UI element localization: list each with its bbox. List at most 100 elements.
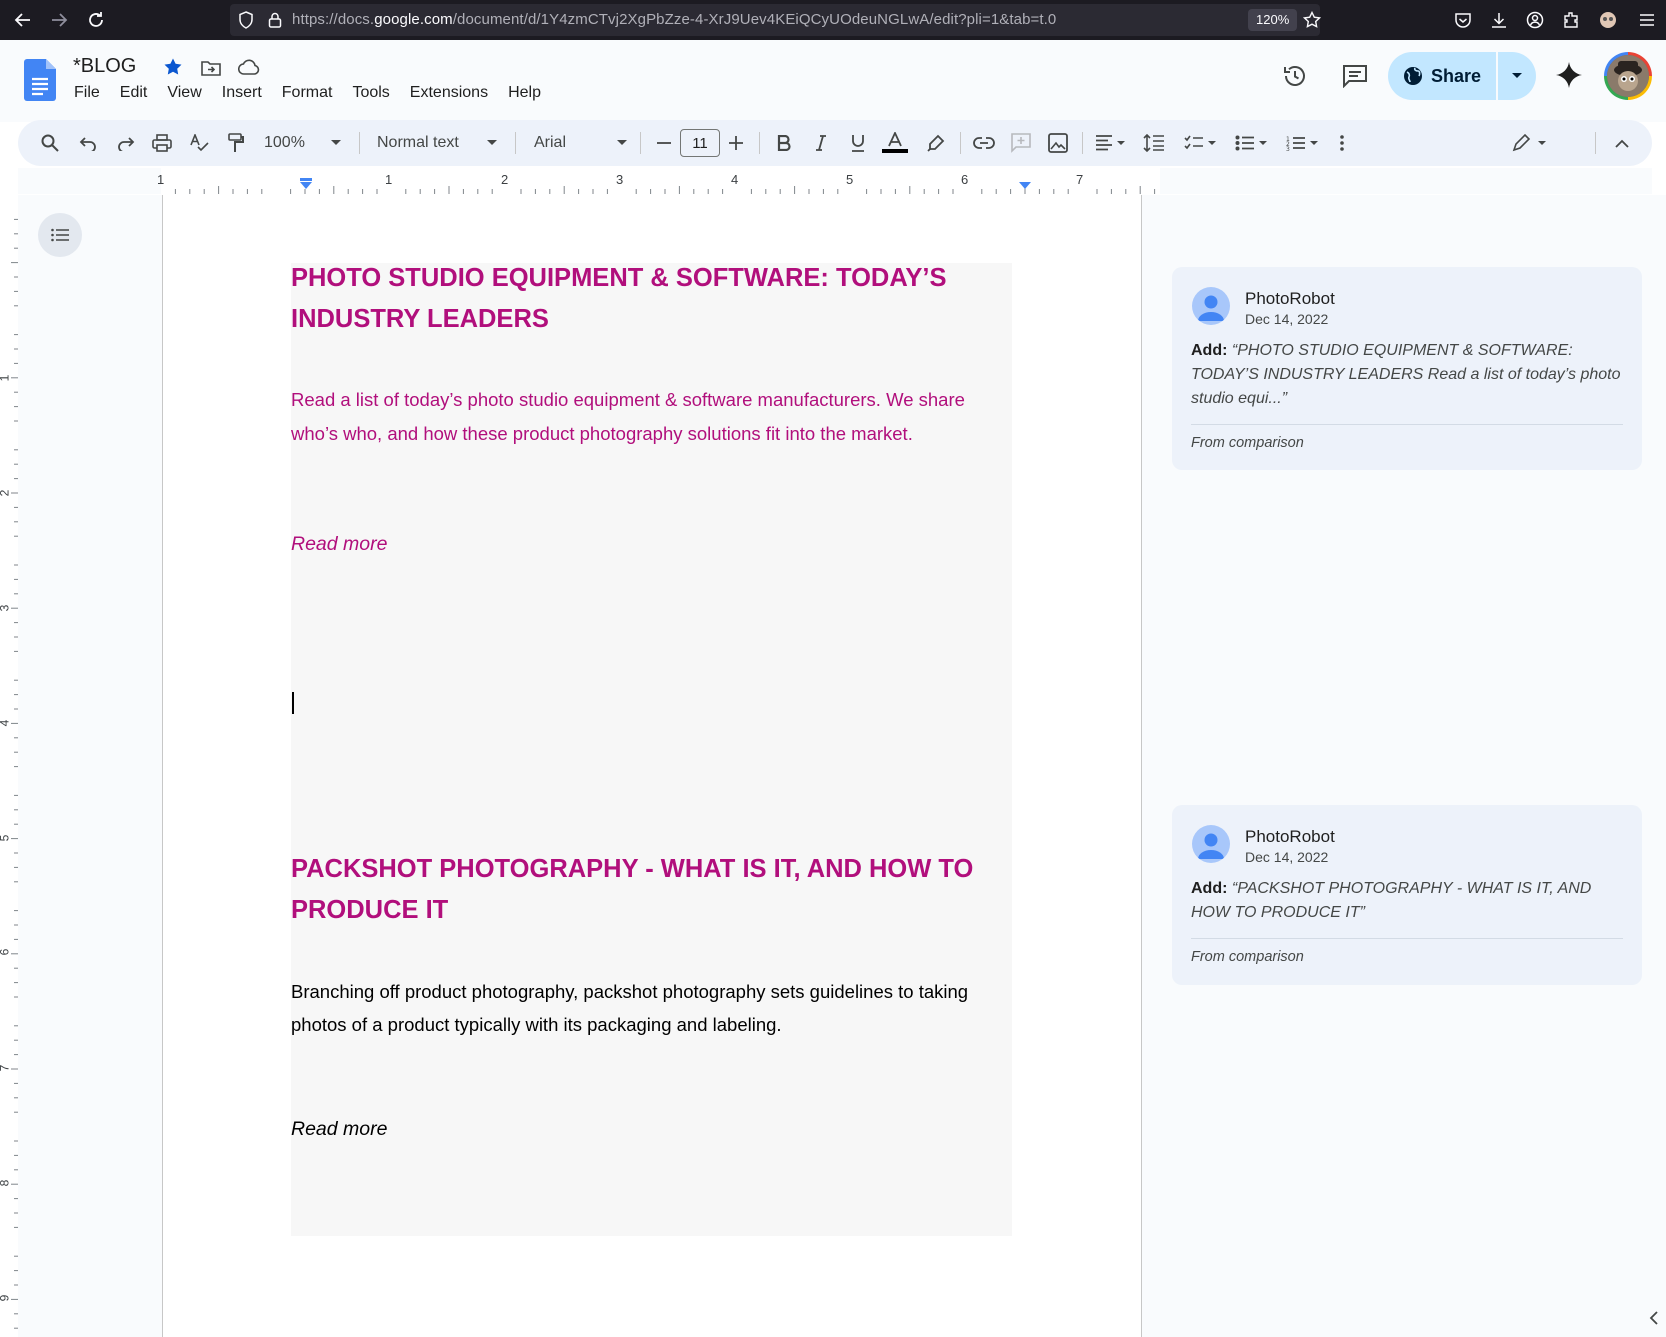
search-menus-icon[interactable] bbox=[36, 120, 64, 166]
menu-bar: File Edit View Insert Format Tools Exten… bbox=[74, 84, 561, 102]
vertical-ruler[interactable]: 1 2 3 4 5 6 7 8 9 bbox=[0, 195, 18, 1337]
bulleted-list-icon[interactable] bbox=[1231, 120, 1271, 166]
menu-icon[interactable] bbox=[1635, 8, 1659, 32]
increase-font-size-icon[interactable] bbox=[726, 120, 746, 166]
font-size-input[interactable]: 11 bbox=[680, 120, 720, 166]
side-panel-toggle-icon[interactable] bbox=[1648, 1310, 1660, 1331]
print-icon[interactable] bbox=[148, 120, 176, 166]
highlight-color-icon[interactable] bbox=[922, 120, 950, 166]
zoom-badge[interactable]: 120% bbox=[1248, 9, 1298, 31]
menu-insert[interactable]: Insert bbox=[222, 84, 262, 102]
menu-view[interactable]: View bbox=[167, 84, 201, 102]
menu-edit[interactable]: Edit bbox=[120, 84, 148, 102]
suggestion-comment-card[interactable]: PhotoRobot Dec 14, 2022 Add: “PHOTO STUD… bbox=[1172, 267, 1642, 470]
menu-tools[interactable]: Tools bbox=[352, 84, 389, 102]
lead-paragraph-photo-studio[interactable]: Read a list of today’s photo studio equi… bbox=[291, 383, 1003, 451]
insert-link-icon[interactable] bbox=[970, 120, 998, 166]
reload-icon[interactable] bbox=[84, 8, 108, 32]
first-line-indent-marker[interactable] bbox=[300, 178, 312, 181]
vruler-label: 8 bbox=[0, 1180, 11, 1187]
decrease-font-size-icon[interactable] bbox=[654, 120, 674, 166]
ruler-label: 3 bbox=[616, 172, 624, 187]
horizontal-ruler[interactable]: 1 1 2 3 4 5 6 7 bbox=[18, 168, 1652, 194]
lock-icon[interactable] bbox=[263, 8, 287, 32]
pocket-icon[interactable] bbox=[1451, 8, 1475, 32]
move-folder-icon[interactable] bbox=[201, 59, 221, 82]
globe-icon bbox=[1403, 67, 1422, 85]
account-icon[interactable] bbox=[1523, 8, 1547, 32]
more-options-icon[interactable] bbox=[1332, 120, 1352, 166]
font-select[interactable]: Arial bbox=[534, 120, 594, 166]
comment-date: Dec 14, 2022 bbox=[1245, 849, 1329, 865]
zoom-select[interactable]: 100% bbox=[264, 120, 314, 166]
numbered-list-icon[interactable]: 123 bbox=[1282, 120, 1322, 166]
back-icon[interactable] bbox=[11, 8, 35, 32]
suggestion-comment-card[interactable]: PhotoRobot Dec 14, 2022 Add: “PACKSHOT P… bbox=[1172, 805, 1642, 985]
avatar bbox=[1192, 825, 1230, 863]
shield-icon[interactable] bbox=[234, 8, 258, 32]
menu-file[interactable]: File bbox=[74, 84, 100, 102]
text-cursor bbox=[292, 692, 294, 714]
align-icon[interactable] bbox=[1090, 120, 1130, 166]
comment-source: From comparison bbox=[1191, 435, 1304, 451]
avatar bbox=[1192, 287, 1230, 325]
italic-icon[interactable] bbox=[807, 120, 835, 166]
outline-list-icon bbox=[51, 228, 69, 242]
share-main[interactable]: Share bbox=[1388, 52, 1496, 100]
version-history-icon[interactable] bbox=[1282, 63, 1308, 94]
font-dropdown-icon[interactable] bbox=[614, 120, 630, 166]
share-dropdown-icon[interactable] bbox=[1498, 52, 1536, 100]
toolbar-separator bbox=[1082, 132, 1083, 154]
toolbar-separator bbox=[359, 132, 360, 154]
forward-icon[interactable] bbox=[47, 8, 71, 32]
editing-mode-icon[interactable] bbox=[1508, 120, 1552, 166]
spellcheck-icon[interactable] bbox=[185, 120, 213, 166]
ruler-ticks bbox=[18, 168, 1652, 194]
collapse-toolbar-icon[interactable] bbox=[1608, 120, 1636, 166]
paint-format-icon[interactable] bbox=[222, 120, 250, 166]
toolbar-separator bbox=[640, 132, 641, 154]
cloud-status-icon[interactable] bbox=[237, 59, 260, 80]
docs-logo-icon[interactable] bbox=[24, 59, 56, 106]
document-outline-button[interactable] bbox=[38, 213, 82, 257]
document-title[interactable]: *BLOG bbox=[73, 55, 136, 78]
browser-toolbar: https://docs.google.com/document/d/1Y4zm… bbox=[0, 0, 1666, 40]
share-button[interactable]: Share bbox=[1388, 52, 1536, 100]
comments-icon[interactable] bbox=[1342, 64, 1368, 93]
comment-date: Dec 14, 2022 bbox=[1245, 311, 1329, 327]
menu-format[interactable]: Format bbox=[282, 84, 333, 102]
checklist-icon[interactable] bbox=[1180, 120, 1220, 166]
text-color-icon[interactable] bbox=[881, 120, 909, 166]
undo-icon[interactable] bbox=[74, 120, 102, 166]
person-icon bbox=[1198, 295, 1224, 321]
gemini-sparkle-icon[interactable] bbox=[1555, 61, 1583, 94]
style-dropdown-icon[interactable] bbox=[484, 120, 500, 166]
comment-author: PhotoRobot bbox=[1245, 289, 1335, 308]
heading-photo-studio[interactable]: PHOTO STUDIO EQUIPMENT & SOFTWARE: TODAY… bbox=[291, 258, 1003, 340]
insert-image-icon[interactable] bbox=[1044, 120, 1072, 166]
download-icon[interactable] bbox=[1487, 8, 1511, 32]
vruler-label: 3 bbox=[0, 605, 11, 612]
profile-avatar-icon[interactable] bbox=[1596, 8, 1620, 32]
bold-icon[interactable] bbox=[770, 120, 798, 166]
ruler-label: 5 bbox=[846, 172, 854, 187]
paragraph-packshot[interactable]: Branching off product photography, packs… bbox=[291, 975, 1003, 1041]
line-spacing-icon[interactable] bbox=[1140, 120, 1168, 166]
comment-author: PhotoRobot bbox=[1245, 827, 1335, 846]
zoom-dropdown-icon[interactable] bbox=[328, 120, 344, 166]
ruler-label: 4 bbox=[731, 172, 739, 187]
heading-packshot[interactable]: PACKSHOT PHOTOGRAPHY - WHAT IS IT, AND H… bbox=[291, 849, 1003, 931]
font-size-value: 11 bbox=[680, 129, 720, 157]
menu-extensions[interactable]: Extensions bbox=[410, 84, 488, 102]
bookmark-star-icon[interactable] bbox=[1300, 8, 1324, 32]
ruler-label: 6 bbox=[961, 172, 969, 187]
read-more-link[interactable]: Read more bbox=[291, 533, 387, 556]
menu-help[interactable]: Help bbox=[508, 84, 541, 102]
account-avatar[interactable] bbox=[1604, 52, 1652, 100]
redo-icon[interactable] bbox=[112, 120, 140, 166]
style-select[interactable]: Normal text bbox=[377, 120, 477, 166]
read-more-link[interactable]: Read more bbox=[291, 1118, 387, 1141]
underline-icon[interactable] bbox=[844, 120, 872, 166]
star-icon[interactable] bbox=[163, 57, 183, 82]
extensions-icon[interactable] bbox=[1559, 8, 1583, 32]
